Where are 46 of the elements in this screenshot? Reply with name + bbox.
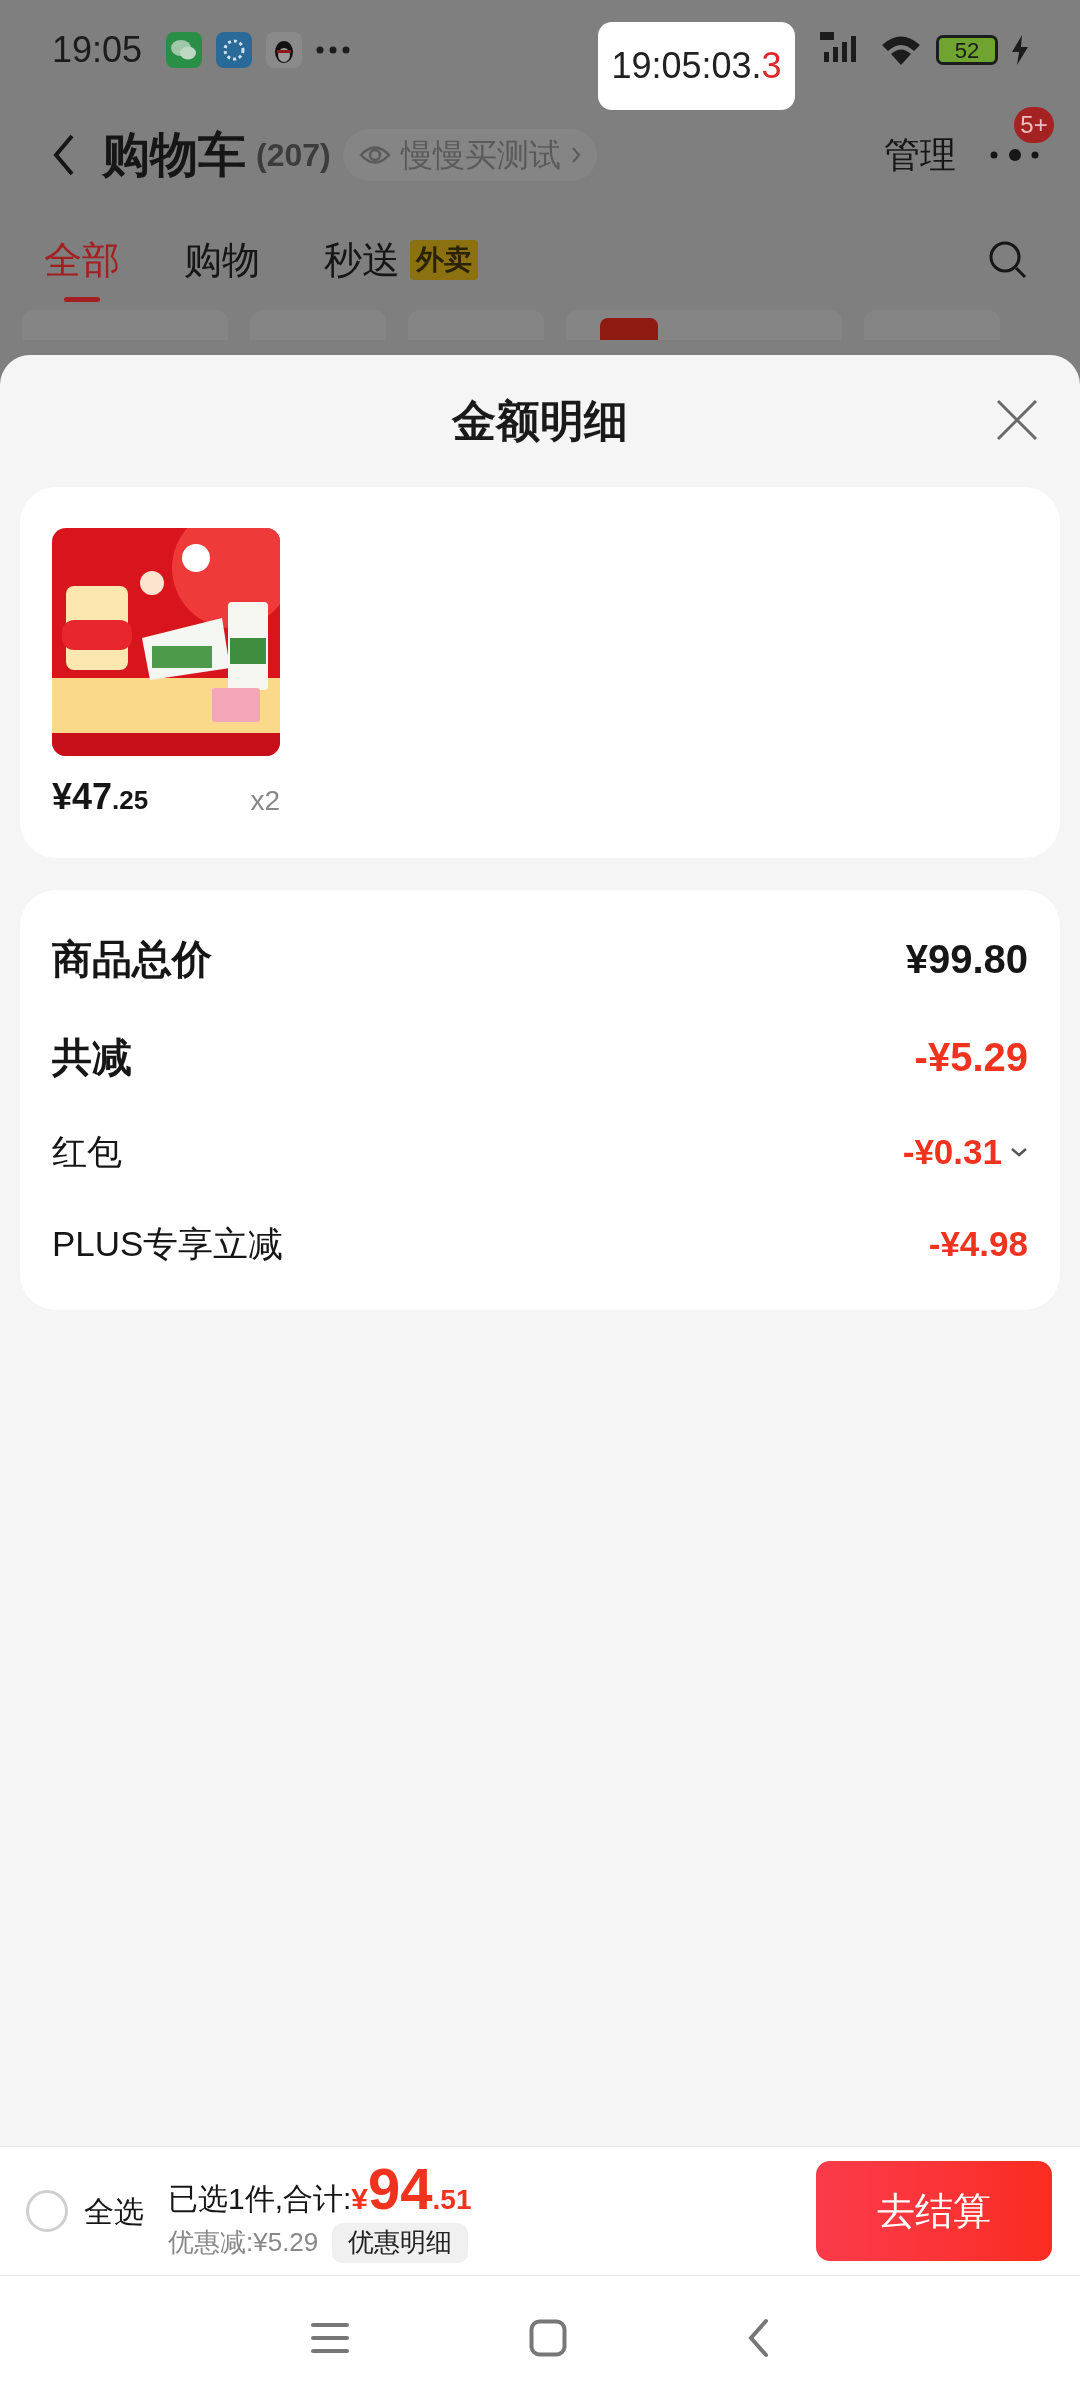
notification-badge: 5+: [1014, 107, 1054, 143]
router-app-icon: [216, 32, 253, 68]
summary-amount: -¥4.98: [928, 1222, 1028, 1265]
back-icon[interactable]: [52, 133, 76, 177]
battery-indicator: 52: [936, 35, 998, 65]
tab-underline: [64, 297, 100, 302]
sheet-title: 金额明细: [452, 395, 628, 447]
category-tab[interactable]: 购物: [184, 210, 260, 310]
summary-label: PLUS专享立减: [52, 1222, 284, 1265]
total-price: ¥94.51: [351, 2159, 472, 2221]
menu-icon[interactable]: [311, 2321, 349, 2355]
summary-label: 红包: [52, 1130, 122, 1173]
select-all-label[interactable]: 全选: [84, 2188, 144, 2234]
search-icon[interactable]: [988, 240, 1028, 280]
back-nav-icon[interactable]: [747, 2318, 769, 2358]
summary-label: 共减: [52, 1034, 132, 1081]
checkout-button[interactable]: 去结算: [816, 2161, 1052, 2261]
more-notifications-icon: [316, 46, 351, 54]
more-icon[interactable]: [990, 149, 1040, 161]
delivery-tag: 外卖: [410, 240, 478, 280]
close-icon[interactable]: [996, 399, 1038, 441]
summary-amount: -¥5.29: [914, 1034, 1028, 1081]
home-icon[interactable]: [529, 2319, 567, 2357]
product-quantity: x2: [250, 784, 280, 818]
chat-app-icon: [166, 32, 203, 68]
clock-tenths: 3: [761, 44, 782, 88]
chevron-right-icon: [570, 146, 581, 164]
charging-icon: [1012, 35, 1028, 65]
summary-amount: ¥99.80: [905, 936, 1028, 983]
discount-summary: 优惠减:¥5.29: [168, 2226, 319, 2259]
summary-label: 商品总价: [52, 936, 212, 983]
cart-count: (207): [256, 136, 331, 175]
cart-title: 购物车: [102, 127, 246, 183]
select-all-checkbox[interactable]: [26, 2190, 68, 2232]
wifi-icon: [880, 34, 922, 66]
chevron-down-icon[interactable]: [1010, 1147, 1028, 1157]
category-tab[interactable]: 秒送 外卖: [324, 210, 478, 310]
penguin-app-icon: [266, 32, 303, 68]
eye-icon: [358, 144, 391, 166]
status-time: 19:05: [52, 28, 143, 72]
summary-amount: -¥0.31: [902, 1130, 1002, 1173]
selection-summary: 已选1件,合计:: [168, 2180, 352, 2217]
discount-detail-button[interactable]: 优惠明细: [332, 2222, 469, 2263]
manage-button[interactable]: 管理: [884, 128, 956, 182]
product-price: ¥47.25: [52, 775, 149, 819]
clock-seconds: 19:05:03.: [611, 44, 762, 88]
